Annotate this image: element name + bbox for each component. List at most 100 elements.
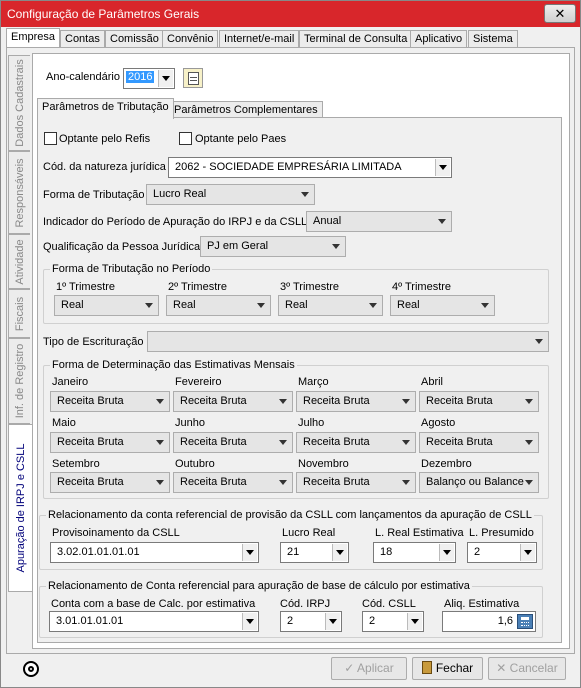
cancel-icon: ✕ (496, 661, 510, 675)
escrituracao-select[interactable] (147, 331, 549, 352)
aliq-estimativa-field[interactable]: 1,6 (442, 611, 536, 632)
indicador-select[interactable]: Anual (306, 211, 452, 232)
tab-sistema[interactable]: Sistema (468, 30, 518, 47)
check-icon: ✓ (344, 661, 358, 675)
estimativas-title: Forma de Determinação das Estimativas Me… (50, 359, 297, 371)
tab-comissao[interactable]: Comissão (105, 30, 164, 47)
month-select[interactable]: Receita Bruta (173, 472, 293, 493)
tab-contas[interactable]: Contas (60, 30, 105, 47)
month-value: Balanço ou Balance (426, 476, 524, 488)
month-label: Setembro (52, 458, 100, 470)
trimestre-2-label: 2º Trimestre (168, 281, 228, 293)
qualificacao-select[interactable]: PJ em Geral (200, 236, 346, 257)
month-value: Receita Bruta (303, 476, 370, 488)
escrituracao-label: Tipo de Escrituração (43, 336, 144, 348)
month-label: Maio (52, 417, 76, 429)
tab-convenio[interactable]: Convênio (162, 30, 219, 47)
trimestre-1-select[interactable]: Real (54, 295, 159, 316)
subtab-parametros-tributacao[interactable]: Parâmetros de Tributação (37, 98, 174, 119)
refis-label: Optante pelo Refis (59, 133, 151, 145)
lucro-real-estimativa-label: L. Real Estimativa (375, 527, 464, 539)
cod-csll-label: Cód. CSLL (362, 598, 416, 610)
indicador-value: Anual (313, 215, 342, 227)
calendar-icon[interactable] (183, 68, 203, 88)
provisionamento-label: Provisoinamento da CSLL (52, 527, 180, 539)
month-label: Junho (175, 417, 205, 429)
trimestre-3-select[interactable]: Real (278, 295, 383, 316)
provisionamento-select[interactable]: 3.02.01.01.01.01 (50, 542, 259, 563)
aplicar-button[interactable]: ✓ Aplicar (331, 657, 407, 680)
door-icon (421, 661, 432, 674)
trimestre-2-select[interactable]: Real (166, 295, 271, 316)
ano-select[interactable]: 2016 (123, 68, 175, 89)
side-tab-responsaveis[interactable]: Responsáveis (8, 151, 30, 234)
ano-label: Ano-calendário (46, 71, 120, 83)
lucro-real-select[interactable]: 21 (280, 542, 349, 563)
month-value: Receita Bruta (303, 436, 370, 448)
tab-aplicativo[interactable]: Aplicativo (410, 30, 468, 47)
ano-value: 2016 (126, 71, 155, 83)
periodo-title: Forma de Tributação no Período (50, 263, 213, 275)
month-select[interactable]: Receita Bruta (173, 432, 293, 453)
aliq-estimativa-value: 1,6 (497, 615, 513, 627)
qualificacao-label: Qualificação da Pessoa Jurídica (43, 241, 201, 253)
fechar-button[interactable]: Fechar (412, 657, 483, 680)
cod-csll-select[interactable]: 2 (362, 611, 424, 632)
month-select[interactable]: Receita Bruta (50, 472, 170, 493)
month-value: Receita Bruta (180, 436, 247, 448)
month-value: Receita Bruta (57, 436, 124, 448)
month-value: Receita Bruta (180, 476, 247, 488)
month-label: Outubro (175, 458, 215, 470)
trimestre-1-label: 1º Trimestre (56, 281, 116, 293)
month-label: Janeiro (52, 376, 89, 388)
side-tab-inf-registro[interactable]: Inf. de Registro (8, 338, 30, 424)
help-icon[interactable] (23, 661, 39, 677)
month-select[interactable]: Receita Bruta (296, 432, 416, 453)
close-button[interactable]: ✕ (544, 4, 576, 23)
side-tab-apuracao-irpj-csll[interactable]: Apuração de IRPJ e CSLL (8, 424, 32, 592)
tab-terminal-consulta[interactable]: Terminal de Consulta (299, 30, 413, 47)
indicador-label: Indicador do Período de Apuração do IRPJ… (43, 216, 308, 228)
month-select[interactable]: Receita Bruta (173, 391, 293, 412)
cod-irpj-value: 2 (287, 615, 294, 627)
tab-internet-email[interactable]: Internet/e-mail (219, 30, 300, 47)
lucro-real-estimativa-value: 18 (380, 546, 393, 558)
qualificacao-value: PJ em Geral (207, 240, 269, 252)
trimestre-4-value: Real (397, 299, 420, 311)
month-select[interactable]: Receita Bruta (296, 472, 416, 493)
aliq-estimativa-label: Aliq. Estimativa (444, 598, 520, 610)
month-select[interactable]: Receita Bruta (50, 432, 170, 453)
trimestre-1-value: Real (61, 299, 84, 311)
side-tab-atividade[interactable]: Atividade (8, 234, 30, 289)
lucro-real-estimativa-select[interactable]: 18 (373, 542, 456, 563)
forma-value: Lucro Real (153, 188, 207, 200)
forma-select[interactable]: Lucro Real (146, 184, 315, 205)
trimestre-4-label: 4º Trimestre (392, 281, 452, 293)
month-value: Receita Bruta (426, 395, 493, 407)
month-select[interactable]: Receita Bruta (419, 391, 539, 412)
month-label: Dezembro (421, 458, 472, 470)
lucro-presumido-select[interactable]: 2 (467, 542, 537, 563)
config-window: Configuração de Parâmetros Gerais ✕ Empr… (0, 0, 581, 688)
cancelar-button[interactable]: ✕ Cancelar (488, 657, 566, 680)
month-label: Agosto (421, 417, 456, 429)
month-select[interactable]: Receita Bruta (419, 432, 539, 453)
paes-checkbox[interactable] (179, 132, 192, 145)
natureza-select[interactable]: 2062 - SOCIEDADE EMPRESÁRIA LIMITADA (168, 157, 452, 178)
tab-empresa[interactable]: Empresa (6, 28, 61, 48)
side-tab-fiscais[interactable]: Fiscais (8, 289, 30, 338)
month-value: Receita Bruta (426, 436, 493, 448)
side-tab-dados-cadastrais[interactable]: Dados Cadastrais (8, 55, 30, 151)
month-select[interactable]: Balanço ou Balance (419, 472, 539, 493)
forma-label: Forma de Tributação (43, 189, 145, 201)
trimestre-4-select[interactable]: Real (390, 295, 495, 316)
month-select[interactable]: Receita Bruta (296, 391, 416, 412)
calculator-icon[interactable] (517, 614, 533, 629)
title-bar: Configuração de Parâmetros Gerais ✕ (1, 1, 580, 27)
refis-checkbox[interactable] (44, 132, 57, 145)
cod-irpj-select[interactable]: 2 (280, 611, 342, 632)
conta-base-label: Conta com a base de Calc. por estimativa (51, 598, 256, 610)
cod-irpj-label: Cód. IRPJ (280, 598, 331, 610)
month-select[interactable]: Receita Bruta (50, 391, 170, 412)
conta-base-select[interactable]: 3.01.01.01.01 (49, 611, 259, 632)
